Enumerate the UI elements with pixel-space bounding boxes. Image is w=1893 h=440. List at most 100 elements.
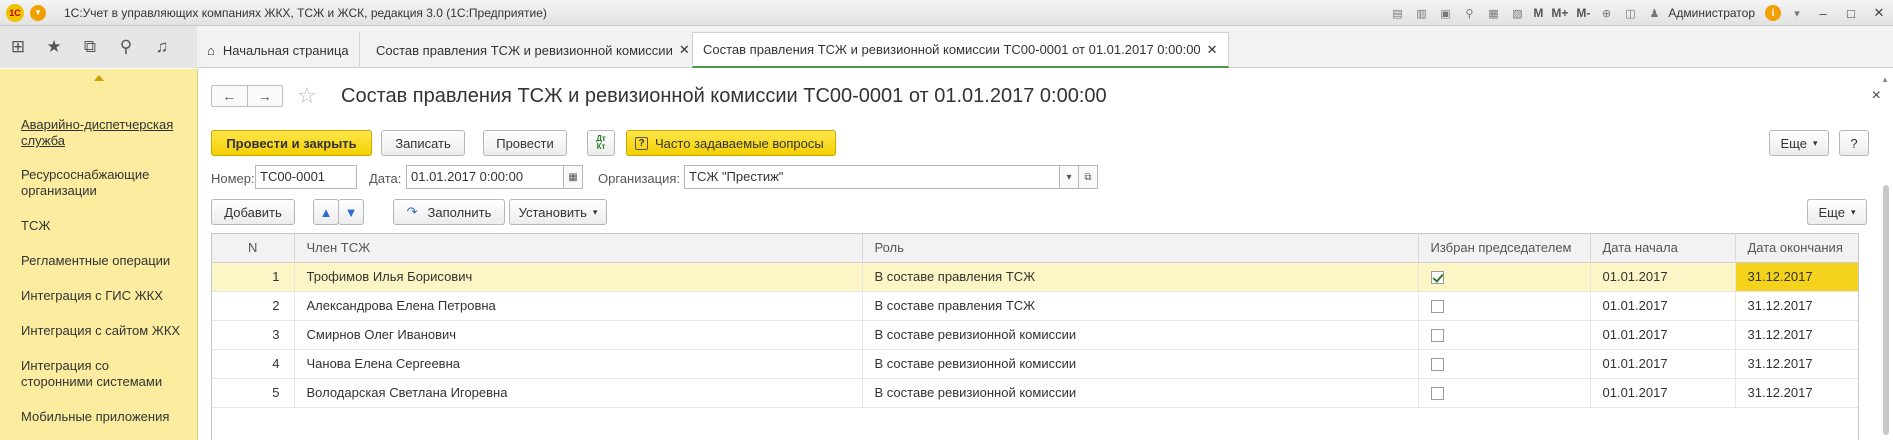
add-row-button[interactable]: Добавить: [211, 199, 295, 225]
organization-field[interactable]: ТСЖ "Престиж": [684, 165, 1060, 189]
sidebar-item-regulated-ops[interactable]: Регламентные операции: [21, 253, 181, 269]
close-tab-icon[interactable]: ✕: [1207, 42, 1218, 58]
compare-icon[interactable]: ▦: [1484, 5, 1502, 21]
dt-kt-postings-button[interactable]: Дт Кт: [587, 130, 615, 156]
current-user[interactable]: Администратор: [1668, 6, 1755, 20]
member-cell[interactable]: Трофимов Илья Борисович: [294, 262, 863, 292]
end-date-cell[interactable]: 31.12.2017: [1735, 291, 1858, 321]
main-menu-icon[interactable]: ▾: [30, 4, 46, 21]
favorite-star-icon[interactable]: ☆: [297, 83, 317, 109]
end-date-cell[interactable]: 31.12.2017: [1735, 262, 1858, 292]
sections-grid-icon[interactable]: ⊞: [0, 26, 36, 68]
tab-home[interactable]: ⌂ Начальная страница: [197, 32, 360, 68]
table-row[interactable]: 4 Чанова Елена Сергеевна В составе ревиз…: [212, 349, 1858, 379]
form-scrollbar[interactable]: ▲: [1881, 75, 1889, 435]
sidebar-item-mobile[interactable]: Мобильные приложения: [21, 409, 181, 425]
sidebar-item-third-party[interactable]: Интеграция со сторонними системами: [21, 358, 181, 390]
memory-button[interactable]: M: [1533, 6, 1543, 20]
app-logo-icon[interactable]: 1С: [6, 3, 24, 22]
forward-arrow-icon[interactable]: →: [246, 86, 283, 106]
print-preview-icon[interactable]: ▥: [1412, 5, 1430, 21]
table-row[interactable]: 1 Трофимов Илья Борисович В составе прав…: [212, 262, 1858, 292]
minimize-button[interactable]: –: [1809, 6, 1837, 21]
tab-composition-list[interactable]: Состав правления ТСЖ и ревизионной комис…: [366, 32, 701, 68]
faq-button[interactable]: ? Часто задаваемые вопросы: [626, 130, 836, 156]
role-cell[interactable]: В составе ревизионной комиссии: [862, 349, 1419, 379]
post-button[interactable]: Провести: [483, 130, 567, 156]
start-date-cell[interactable]: 01.01.2017: [1590, 378, 1736, 408]
panels-icon[interactable]: ◫: [1621, 5, 1639, 21]
end-date-cell[interactable]: 31.12.2017: [1735, 378, 1858, 408]
start-date-cell[interactable]: 01.01.2017: [1590, 291, 1736, 321]
table-row[interactable]: 3 Смирнов Олег Иванович В составе ревизи…: [212, 320, 1858, 350]
notifications-bell-icon[interactable]: ♫: [144, 26, 180, 68]
sidebar-item-tszh[interactable]: ТСЖ: [21, 218, 181, 234]
help-button[interactable]: ?: [1839, 130, 1869, 156]
close-tab-icon[interactable]: ✕: [679, 42, 690, 58]
info-menu-chevron-icon[interactable]: ▾: [1788, 5, 1806, 21]
set-button[interactable]: Установить ▾: [509, 199, 607, 225]
link-icon[interactable]: ⚲: [1460, 5, 1478, 21]
scroll-up-arrow-icon[interactable]: [94, 75, 104, 81]
close-form-icon[interactable]: ×: [1872, 87, 1881, 105]
memory-minus-button[interactable]: M-: [1576, 6, 1590, 20]
scroll-up-icon[interactable]: ▲: [1881, 75, 1889, 84]
column-header-end-date[interactable]: Дата окончания: [1735, 234, 1858, 263]
role-cell[interactable]: В составе ревизионной комиссии: [862, 378, 1419, 408]
end-date-cell[interactable]: 31.12.2017: [1735, 320, 1858, 350]
column-header-member[interactable]: Член ТСЖ: [294, 234, 863, 263]
history-icon[interactable]: ⧉: [72, 26, 108, 68]
start-date-cell[interactable]: 01.01.2017: [1590, 349, 1736, 379]
move-up-arrow-icon[interactable]: ▲: [313, 199, 339, 225]
save-button[interactable]: Записать: [381, 130, 465, 156]
table-more-button[interactable]: Еще ▾: [1807, 199, 1867, 225]
role-cell[interactable]: В составе ревизионной комиссии: [862, 320, 1419, 350]
fill-button[interactable]: ↷ Заполнить: [393, 199, 505, 225]
close-window-button[interactable]: ✕: [1865, 5, 1893, 21]
scrollbar-thumb[interactable]: [1883, 185, 1889, 435]
start-date-cell[interactable]: 01.01.2017: [1590, 262, 1736, 292]
table-row[interactable]: 5 Володарская Светлана Игоревна В состав…: [212, 378, 1858, 408]
chairman-checkbox[interactable]: [1430, 329, 1444, 343]
back-arrow-icon[interactable]: ←: [212, 86, 247, 106]
info-icon[interactable]: i: [1765, 5, 1781, 21]
save-icon[interactable]: ▣: [1436, 5, 1454, 21]
member-cell[interactable]: Володарская Светлана Игоревна: [294, 378, 863, 408]
column-header-start-date[interactable]: Дата начала: [1590, 234, 1736, 263]
chairman-checkbox[interactable]: [1430, 387, 1444, 401]
calendar-icon[interactable]: ▦: [563, 165, 583, 189]
sidebar-item-suppliers[interactable]: Ресурсоснабжающие организации: [21, 167, 181, 199]
zoom-icon[interactable]: ⊕: [1597, 5, 1615, 21]
member-cell[interactable]: Александрова Елена Петровна: [294, 291, 863, 321]
organization-dropdown-icon[interactable]: ▾: [1059, 165, 1079, 189]
move-down-arrow-icon[interactable]: ▼: [338, 199, 364, 225]
end-date-cell[interactable]: 31.12.2017: [1735, 349, 1858, 379]
maximize-button[interactable]: □: [1837, 6, 1865, 21]
column-header-role[interactable]: Роль: [862, 234, 1419, 263]
post-and-close-button[interactable]: Провести и закрыть: [211, 130, 372, 156]
sidebar-item-site-integration[interactable]: Интеграция с сайтом ЖКХ: [21, 323, 181, 339]
sidebar-item-emergency[interactable]: Аварийно-диспетчерская служба: [21, 117, 181, 149]
print-icon[interactable]: ▤: [1388, 5, 1406, 21]
more-actions-button[interactable]: Еще ▾: [1769, 130, 1829, 156]
column-header-n[interactable]: N: [212, 234, 295, 263]
number-field[interactable]: ТС00-0001: [255, 165, 357, 189]
role-cell[interactable]: В составе правления ТСЖ: [862, 291, 1419, 321]
member-cell[interactable]: Смирнов Олег Иванович: [294, 320, 863, 350]
favorites-star-icon[interactable]: ★: [36, 26, 72, 68]
start-date-cell[interactable]: 01.01.2017: [1590, 320, 1736, 350]
search-icon[interactable]: ⚲: [108, 26, 144, 68]
chairman-checkbox[interactable]: [1430, 300, 1444, 314]
table-row[interactable]: 2 Александрова Елена Петровна В составе …: [212, 291, 1858, 321]
role-cell[interactable]: В составе правления ТСЖ: [862, 262, 1419, 292]
member-cell[interactable]: Чанова Елена Сергеевна: [294, 349, 863, 379]
calendar-icon[interactable]: ▧: [1508, 5, 1526, 21]
memory-plus-button[interactable]: M+: [1551, 6, 1568, 20]
open-organization-icon[interactable]: ⧉: [1078, 165, 1098, 189]
column-header-chairman[interactable]: Избран председателем: [1418, 234, 1591, 263]
chairman-checkbox[interactable]: [1430, 271, 1444, 285]
date-field[interactable]: 01.01.2017 0:00:00: [406, 165, 564, 189]
tab-composition-document[interactable]: Состав правления ТСЖ и ревизионной комис…: [692, 32, 1229, 68]
sidebar-item-gis-integration[interactable]: Интеграция с ГИС ЖКХ: [21, 288, 181, 304]
chairman-checkbox[interactable]: [1430, 358, 1444, 372]
